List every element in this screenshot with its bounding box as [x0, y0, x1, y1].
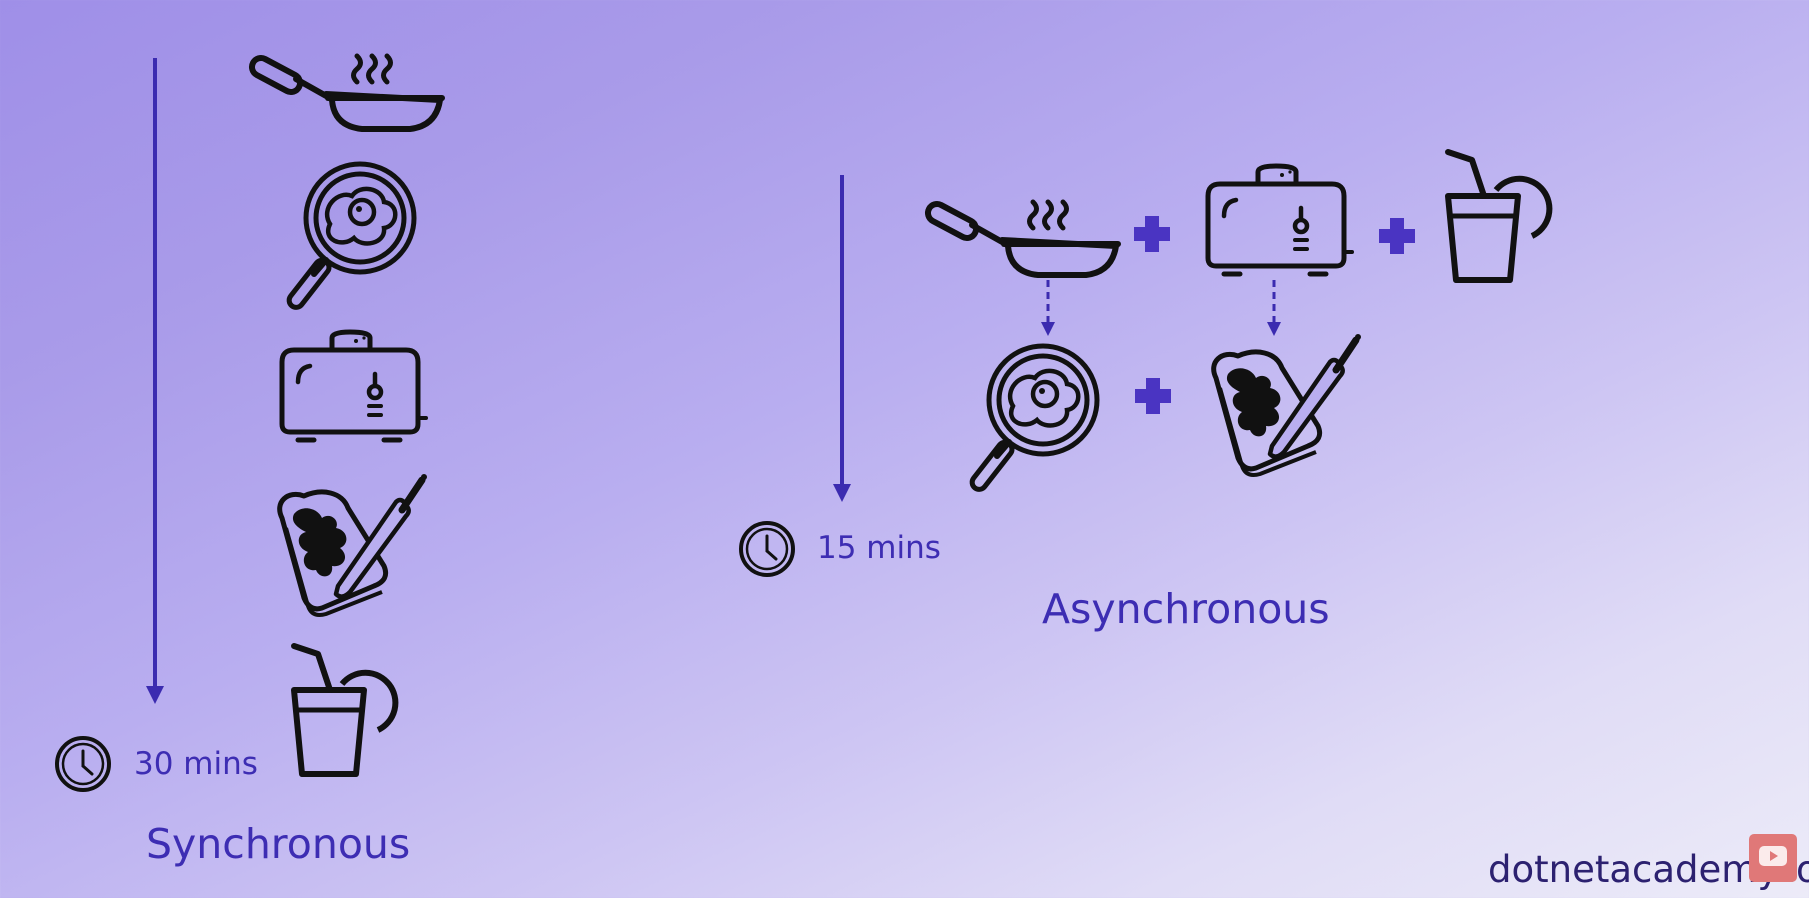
- toaster-icon: [282, 332, 426, 440]
- toaster-to-toast-dashed-arrow: [1267, 280, 1281, 336]
- plus-icon: [1135, 378, 1171, 414]
- async-timeline-arrow: [833, 175, 851, 502]
- plus-icon: [1379, 218, 1415, 254]
- frying-pan-steam-icon: [249, 55, 442, 129]
- plus-icon: [1134, 216, 1170, 252]
- diagram-canvas: [55, 0, 1809, 792]
- pan-to-egg-dashed-arrow: [1041, 280, 1055, 336]
- clock-icon: [55, 736, 111, 792]
- toaster-icon: [1208, 166, 1352, 274]
- fried-egg-pan-icon: [969, 346, 1097, 492]
- frying-pan-steam-icon: [925, 201, 1118, 275]
- fried-egg-pan-icon: [286, 164, 414, 310]
- async-title: Asynchronous: [1042, 585, 1330, 633]
- async-duration-label: 15 mins: [817, 530, 941, 566]
- sync-duration-label: 30 mins: [134, 746, 258, 782]
- clock-icon: [739, 521, 795, 577]
- sync-timeline-arrow: [146, 58, 164, 704]
- youtube-subscribe-icon[interactable]: [1749, 834, 1797, 882]
- buttered-toast-knife-icon: [1214, 334, 1361, 475]
- sync-title: Synchronous: [146, 820, 411, 868]
- juice-glass-icon: [1448, 152, 1549, 280]
- buttered-toast-knife-icon: [280, 474, 427, 615]
- juice-glass-icon: [294, 646, 395, 774]
